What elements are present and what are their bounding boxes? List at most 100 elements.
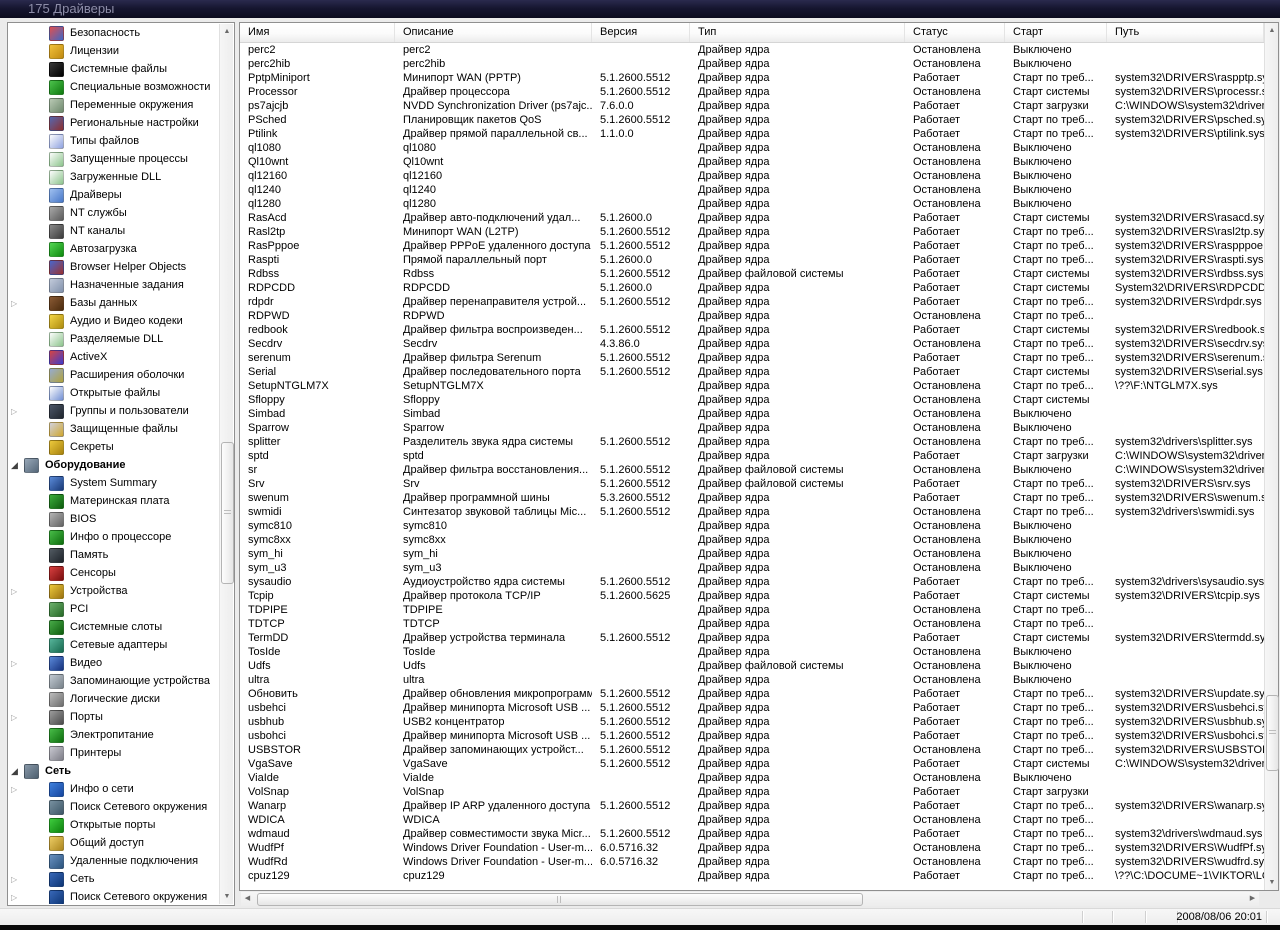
table-row[interactable]: sysaudio Аудиоустройство ядра системы 5.1.… [240,575,1264,589]
table-row[interactable]: USBSTOR Драйвер запоминающих устройст... 5… [240,743,1264,757]
tree-item-storage-devices[interactable]: Запоминающие устройства [8,672,220,690]
table-row[interactable]: Srv Srv 5.1.2600.5512 Драйвер файловой сист… [240,477,1264,491]
table-row[interactable]: ql1240 ql1240 Драйвер ядра Остановлена Выклю… [240,183,1264,197]
tree-item-file-types[interactable]: Типы файлов [8,132,220,150]
tree-item-environment-variables[interactable]: Переменные окружения [8,96,220,114]
tree-item-scheduled-tasks[interactable]: Назначенные задания [8,276,220,294]
tree-item-network-neighborhood-scan[interactable]: Поиск Сетевого окружения [8,798,220,816]
table-row[interactable]: Ql10wnt Ql10wnt Драйвер ядра Остановлена Вык… [240,155,1264,169]
expand-arrow-icon[interactable]: ▷ [11,893,24,902]
scroll-down-icon[interactable]: ▼ [1265,875,1279,890]
table-row[interactable]: TDPIPE TDPIPE Драйвер ядра Остановлена Старт… [240,603,1264,617]
table-row[interactable]: RasPppoe Драйвер PPPoE удаленного доступа… [240,239,1264,253]
table-row[interactable]: symc810 symc810 Драйвер ядра Остановлена Вык… [240,519,1264,533]
tree-item-remote-connections[interactable]: Удаленные подключения [8,852,220,870]
table-row[interactable]: perc2 perc2 Драйвер ядра Остановлена Выключе… [240,43,1264,57]
tree-item-drivers[interactable]: Драйверы [8,186,220,204]
tree-item-open-ports[interactable]: Открытые порты [8,816,220,834]
table-row[interactable]: Wanarp Драйвер IP ARP удаленного доступа 5… [240,799,1264,813]
tree-item-pci[interactable]: PCI [8,600,220,618]
table-row[interactable]: VolSnap VolSnap Драйвер ядра Работает Старт … [240,785,1264,799]
table-row[interactable]: Simbad Simbad Драйвер ядра Остановлена Выклю… [240,407,1264,421]
table-row[interactable]: splitter Разделитель звука ядра системы 5.… [240,435,1264,449]
scroll-up-icon[interactable]: ▲ [220,24,234,39]
table-row[interactable]: wdmaud Драйвер совместимости звука Micr..… [240,827,1264,841]
table-row[interactable]: symc8xx symc8xx Драйвер ядра Остановлена Вык… [240,533,1264,547]
table-row[interactable]: Sparrow Sparrow Драйвер ядра Остановлена Вык… [240,421,1264,435]
table-row[interactable]: perc2hib perc2hib Драйвер ядра Остановлена В… [240,57,1264,71]
column-header-start[interactable]: Старт [1005,23,1107,42]
column-header-path[interactable]: Путь [1107,23,1264,42]
table-row[interactable]: usbohci Драйвер минипорта Microsoft USB .… [240,729,1264,743]
table-row[interactable]: ql1080 ql1080 Драйвер ядра Остановлена Выклю… [240,141,1264,155]
column-header-version[interactable]: Версия [592,23,690,42]
table-row[interactable]: sym_hi sym_hi Драйвер ядра Остановлена Выклю… [240,547,1264,561]
column-header-name[interactable]: Имя [240,23,395,42]
tree-item-net[interactable]: ▷ Сеть [8,870,220,888]
table-row[interactable]: TDTCP TDTCP Драйвер ядра Остановлена Старт п… [240,617,1264,631]
tree-item-network[interactable]: ◢ Сеть [8,762,220,780]
table-row[interactable]: WudfRd Windows Driver Foundation - User-m… [240,855,1264,869]
tree-item-audio-video-codecs[interactable]: Аудио и Видео кодеки [8,312,220,330]
table-row[interactable]: WudfPf Windows Driver Foundation - User-m… [240,841,1264,855]
table-row[interactable]: sr Драйвер фильтра восстановления... 5.1.2… [240,463,1264,477]
tree-scrollbar-thumb[interactable] [221,442,234,584]
tree-item-shared-dll[interactable]: Разделяемые DLL [8,330,220,348]
table-row[interactable]: VgaSave VgaSave 5.1.2600.5512 Драйвер ядра Р… [240,757,1264,771]
table-row[interactable]: rdpdr Драйвер перенаправителя устрой... 5.… [240,295,1264,309]
table-row[interactable]: Rasl2tp Минипорт WAN (L2TP) 5.1.2600.5512 Д… [240,225,1264,239]
expand-arrow-icon[interactable]: ▷ [11,875,24,884]
table-row[interactable]: Sfloppy Sfloppy Драйвер ядра Остановлена Ста… [240,393,1264,407]
table-row[interactable]: Serial Драйвер последовательного порта 5.1… [240,365,1264,379]
tree-vertical-scrollbar[interactable]: ▲ ▼ [219,24,234,904]
tree-item-autostart[interactable]: Автозагрузка [8,240,220,258]
table-row[interactable]: cpuz129 cpuz129 Драйвер ядра Работает Старт … [240,869,1264,883]
tree-item-shell-extensions[interactable]: Расширения оболочки [8,366,220,384]
column-header-status[interactable]: Статус [905,23,1005,42]
tree-item-power[interactable]: Электропитание [8,726,220,744]
tree-item-system-files[interactable]: Системные файлы [8,60,220,78]
table-scrollbar-thumb[interactable] [1266,695,1279,771]
table-row[interactable]: PSched Планировщик пакетов QoS 5.1.2600.55… [240,113,1264,127]
table-vertical-scrollbar[interactable]: ▲ ▼ [1264,23,1279,890]
hscrollbar-thumb[interactable] [257,893,863,906]
column-header-description[interactable]: Описание [395,23,592,42]
tree-item-cpu-info[interactable]: Инфо о процессоре [8,528,220,546]
tree-item-system-summary[interactable]: System Summary [8,474,220,492]
collapse-arrow-icon[interactable]: ◢ [11,766,24,777]
table-row[interactable]: swenum Драйвер программной шины 5.3.2600.5… [240,491,1264,505]
tree-item-shares[interactable]: Общий доступ [8,834,220,852]
scroll-right-icon[interactable]: ▶ [1246,892,1259,906]
table-row[interactable]: Tcpip Драйвер протокола TCP/IP 5.1.2600.56… [240,589,1264,603]
table-row[interactable]: redbook Драйвер фильтра воспроизведен... 5… [240,323,1264,337]
table-row[interactable]: PptpMiniport Минипорт WAN (PPTP) 5.1.2600.… [240,71,1264,85]
table-row[interactable]: WDICA WDICA Драйвер ядра Остановлена Старт п… [240,813,1264,827]
table-row[interactable]: sptd sptd Драйвер ядра Работает Старт загруз… [240,449,1264,463]
expand-arrow-icon[interactable]: ▷ [11,713,24,722]
table-row[interactable]: serenum Драйвер фильтра Serenum 5.1.2600.5… [240,351,1264,365]
collapse-arrow-icon[interactable]: ◢ [11,460,24,471]
tree-item-printers[interactable]: Принтеры [8,744,220,762]
tree-item-bios[interactable]: BIOS [8,510,220,528]
table-row[interactable]: sym_u3 sym_u3 Драйвер ядра Остановлена Выклю… [240,561,1264,575]
tree-item-nt-services[interactable]: NT службы [8,204,220,222]
table-horizontal-scrollbar[interactable]: ◀ ▶ [241,892,1259,906]
tree-item-devices[interactable]: ▷ Устройства [8,582,220,600]
expand-arrow-icon[interactable]: ▷ [11,587,24,596]
table-row[interactable]: swmidi Синтезатор звуковой таблицы Mic...… [240,505,1264,519]
scroll-down-icon[interactable]: ▼ [220,889,234,904]
tree-item-nt-pipes[interactable]: NT каналы [8,222,220,240]
tree-item-memory[interactable]: Память [8,546,220,564]
tree-item-activex[interactable]: ActiveX [8,348,220,366]
tree-item-licenses[interactable]: Лицензии [8,42,220,60]
table-row[interactable]: Processor Драйвер процессора 5.1.2600.5512… [240,85,1264,99]
tree-item-secrets[interactable]: Секреты [8,438,220,456]
tree-item-regional-settings[interactable]: Региональные настройки [8,114,220,132]
table-row[interactable]: Secdrv Secdrv 4.3.86.0 Драйвер ядра Остановл… [240,337,1264,351]
expand-arrow-icon[interactable]: ▷ [11,299,24,308]
scroll-up-icon[interactable]: ▲ [1265,23,1279,38]
column-header-type[interactable]: Тип [690,23,905,42]
table-row[interactable]: TermDD Драйвер устройства терминала 5.1.26… [240,631,1264,645]
tree-item-sensors[interactable]: Сенсоры [8,564,220,582]
table-row[interactable]: ql1280 ql1280 Драйвер ядра Остановлена Выклю… [240,197,1264,211]
